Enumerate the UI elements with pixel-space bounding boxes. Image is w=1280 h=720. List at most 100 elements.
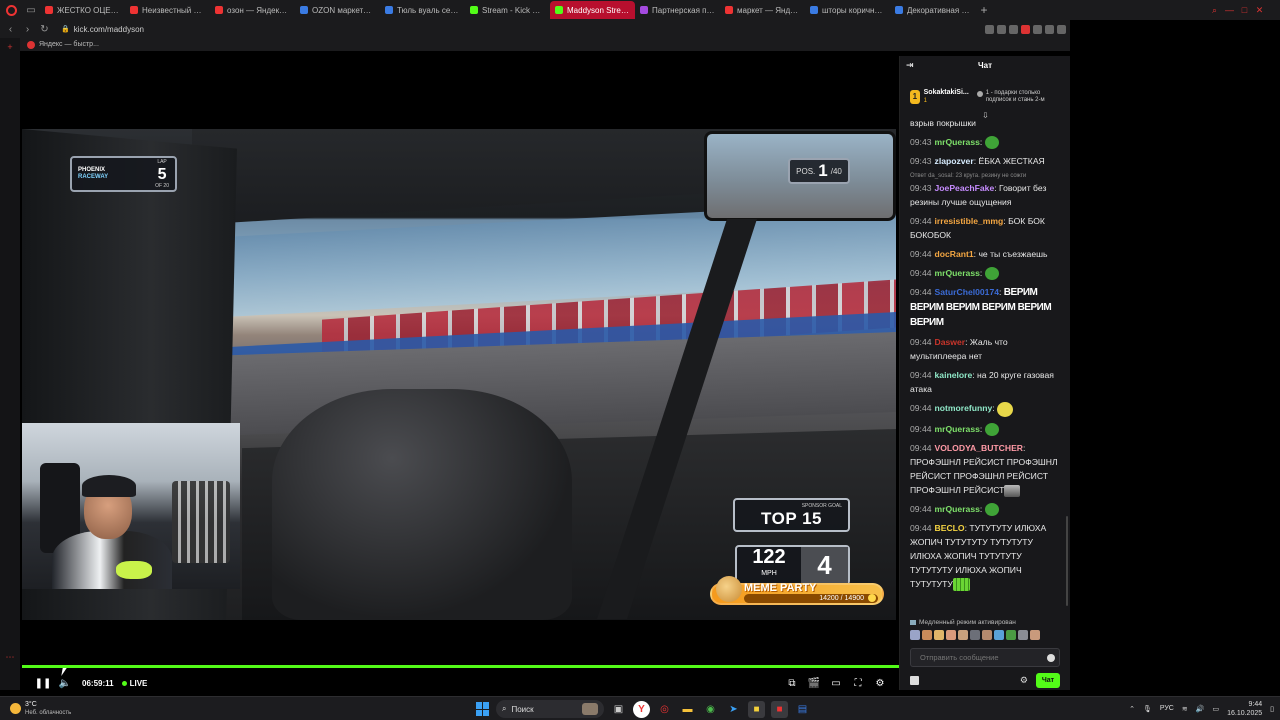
tab[interactable]: шторы коричневый bbox=[805, 1, 890, 19]
bookmark-item[interactable]: Яндекс — быстр... bbox=[39, 41, 99, 48]
stream-video[interactable]: PHOENIX RACEWAY LAP 5 OF 20 POS. 1 /40 S… bbox=[22, 129, 896, 620]
forward-icon[interactable]: › bbox=[21, 24, 34, 35]
tab[interactable]: Партнерская прогр bbox=[635, 1, 720, 19]
emote-icon[interactable] bbox=[1018, 630, 1028, 640]
clip-icon[interactable]: 🎬 bbox=[803, 672, 825, 694]
message-username[interactable]: VOLODYA_BUTCHER bbox=[935, 443, 1024, 453]
reload-icon[interactable]: ↻ bbox=[38, 24, 51, 35]
fullscreen-icon[interactable]: ⛶ bbox=[847, 672, 869, 694]
minimize-icon[interactable]: — bbox=[1223, 2, 1236, 18]
browser-logo-icon[interactable] bbox=[0, 0, 22, 20]
sidebar-add-icon[interactable]: + bbox=[5, 42, 15, 52]
tab[interactable]: Неизвестный номер bbox=[125, 1, 210, 19]
tab-active[interactable]: Maddyson Stream - Watc bbox=[550, 1, 635, 19]
tab[interactable]: озон — Яндекс: наш bbox=[210, 1, 295, 19]
download-icon[interactable] bbox=[1045, 24, 1054, 34]
message-username[interactable]: Daswer bbox=[935, 337, 966, 347]
message-username[interactable]: JoePeachFake bbox=[935, 183, 995, 193]
language-indicator[interactable]: РУС bbox=[1160, 705, 1174, 712]
windows-start-icon[interactable] bbox=[476, 702, 490, 716]
message-username[interactable]: zlapozver bbox=[935, 156, 974, 166]
theater-mode-icon[interactable]: ▭ bbox=[825, 672, 847, 694]
message-username[interactable]: docRant1 bbox=[935, 249, 974, 259]
chat-message[interactable]: 09:44 mrQuerass: bbox=[910, 502, 1062, 517]
message-username[interactable]: BECLO bbox=[935, 523, 965, 533]
maximize-icon[interactable]: □ bbox=[1238, 2, 1251, 18]
emote-icon[interactable] bbox=[910, 630, 920, 640]
battery-icon[interactable]: ▭ bbox=[1212, 705, 1219, 713]
menu-icon[interactable] bbox=[1057, 24, 1066, 34]
chat-message[interactable]: 09:44 Daswer: Жаль что мультиплеера нет bbox=[910, 335, 1062, 363]
chat-message[interactable]: 09:44 SaturChel00174: ВЕРИМ ВЕРИМ ВЕРИМ В… bbox=[910, 285, 1062, 330]
new-tab-button[interactable]: + bbox=[975, 3, 993, 17]
chat-message[interactable]: 09:44 notmorefunny: bbox=[910, 401, 1062, 417]
pause-button[interactable]: ❚❚ bbox=[32, 672, 54, 694]
search-tabs-icon[interactable]: ⌕ bbox=[1208, 2, 1221, 18]
chat-settings-icon[interactable]: ⚙ bbox=[1020, 675, 1028, 686]
emote-icon[interactable] bbox=[970, 630, 980, 640]
tab[interactable]: маркет — Яндекс: н bbox=[720, 1, 805, 19]
sticky-notes-icon[interactable]: ■ bbox=[748, 700, 765, 718]
tab[interactable]: OZON маркетплейс bbox=[295, 1, 380, 19]
chat-message[interactable]: 09:44 docRant1: че ты съезжаешь bbox=[910, 247, 1062, 261]
microphone-icon[interactable]: 🎙 bbox=[1143, 705, 1152, 713]
chat-message[interactable]: 09:43 mrQuerass: bbox=[910, 135, 1062, 150]
emote-icon[interactable] bbox=[934, 630, 944, 640]
close-window-icon[interactable]: ✕ bbox=[1253, 2, 1266, 18]
chat-input-box[interactable] bbox=[910, 648, 1060, 667]
chat-message[interactable]: 09:44 mrQuerass: bbox=[910, 422, 1062, 436]
chat-message[interactable]: 09:43 zlapozver: ЁБКА ЖЕСТКАЯ bbox=[910, 154, 1062, 168]
chat-message[interactable]: 09:44 irresistible_mmg: БОК БОК БОКОБОК bbox=[910, 214, 1062, 242]
emote-icon[interactable] bbox=[1006, 630, 1016, 640]
chat-message[interactable]: 09:44 mrQuerass: bbox=[910, 266, 1062, 281]
extension-icon[interactable] bbox=[985, 24, 994, 34]
chat-message[interactable]: взрыв покрышки bbox=[910, 116, 1062, 130]
notifications-icon[interactable]: ▯ bbox=[1270, 705, 1274, 713]
emote-icon[interactable] bbox=[946, 630, 956, 640]
message-username[interactable]: mrQuerass bbox=[935, 504, 980, 514]
tab[interactable]: Тюль вуаль серая, 2 bbox=[380, 1, 465, 19]
chat-message[interactable]: 09:44 VOLODYA_BUTCHER: ПРОФЭШНЛ РЕЙСИСТ П… bbox=[910, 441, 1062, 497]
wifi-icon[interactable]: ≋ bbox=[1182, 705, 1188, 713]
chat-message-input[interactable] bbox=[920, 653, 1047, 662]
pinned-gifter[interactable]: 1 SokaktakiSi... 1 1 - подарки столько п… bbox=[910, 80, 1062, 114]
browser-active-icon[interactable]: ■ bbox=[771, 700, 788, 718]
chrome-icon[interactable]: ◉ bbox=[702, 701, 719, 718]
collapse-chat-icon[interactable]: ⇥ bbox=[906, 60, 918, 71]
tab[interactable]: ЖЕСТКО ОЦЕНИВАЕ bbox=[40, 1, 125, 19]
video-progress-bar[interactable] bbox=[22, 665, 899, 668]
tab-list-icon[interactable]: ▭ bbox=[22, 0, 40, 20]
weather-widget[interactable]: 3°C Неб. облачность bbox=[10, 701, 130, 717]
app-icon[interactable]: ▤ bbox=[794, 701, 811, 718]
back-icon[interactable]: ‹ bbox=[4, 24, 17, 35]
emote-icon[interactable] bbox=[994, 630, 1004, 640]
gift-subs-icon[interactable] bbox=[910, 675, 919, 685]
message-username[interactable]: kainelore bbox=[935, 370, 973, 380]
clock[interactable]: 9:44 16.10.2025 bbox=[1227, 700, 1262, 718]
speaker-icon[interactable]: 🔊 bbox=[1196, 705, 1205, 713]
emote-icon[interactable] bbox=[922, 630, 932, 640]
url-field[interactable]: 🔒 kick.com/maddyson bbox=[61, 25, 144, 34]
task-view-icon[interactable]: ▣ bbox=[610, 701, 627, 718]
extension-icon[interactable] bbox=[1009, 24, 1018, 34]
message-username[interactable]: SaturChel00174 bbox=[935, 287, 1000, 297]
emote-icon[interactable] bbox=[982, 630, 992, 640]
extension-icon[interactable] bbox=[1021, 24, 1030, 34]
miniplayer-icon[interactable]: ⧉ bbox=[781, 672, 803, 694]
tab[interactable]: Stream - Kick Dashb bbox=[465, 1, 550, 19]
taskbar-search[interactable]: ⌕ Поиск bbox=[496, 700, 604, 718]
message-username[interactable]: mrQuerass bbox=[935, 424, 980, 434]
message-username[interactable]: notmorefunny bbox=[935, 403, 993, 413]
file-explorer-icon[interactable]: ▬ bbox=[679, 701, 696, 718]
telegram-icon[interactable]: ➤ bbox=[725, 701, 742, 718]
chat-scrollbar[interactable] bbox=[1066, 516, 1068, 606]
chat-message[interactable]: 09:44 kainelore: на 20 круге газовая атак… bbox=[910, 368, 1062, 396]
sidebar-settings-icon[interactable]: ⋯ bbox=[5, 652, 15, 662]
tray-expand-icon[interactable]: ⌃ bbox=[1129, 705, 1135, 713]
extension-icon[interactable] bbox=[1033, 24, 1042, 34]
opera-icon[interactable]: ◎ bbox=[656, 701, 673, 718]
message-username[interactable]: irresistible_mmg bbox=[935, 216, 1004, 226]
chat-message[interactable]: 09:43 JoePeachFake: Говорит без резины лу… bbox=[910, 181, 1062, 209]
yandex-browser-icon[interactable]: Y bbox=[633, 700, 650, 718]
emote-icon[interactable] bbox=[1030, 630, 1040, 640]
